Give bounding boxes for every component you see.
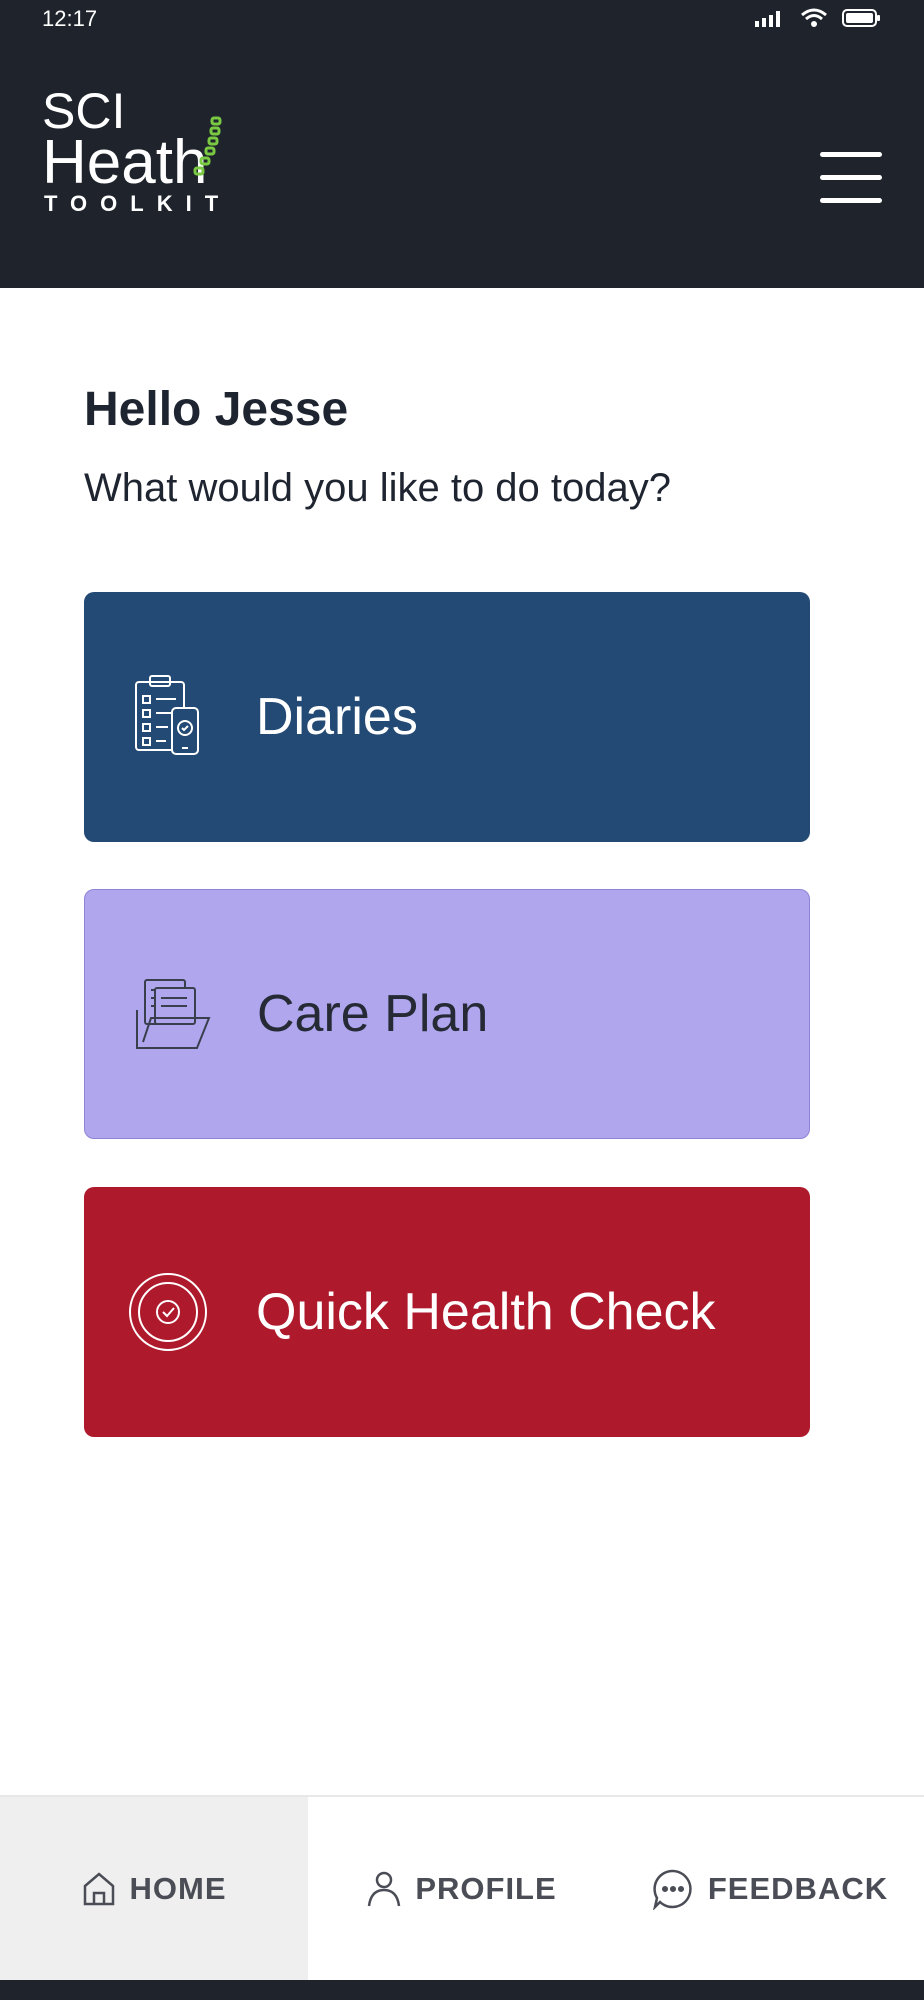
nav-profile-label: PROFILE <box>415 1870 557 1906</box>
logo-line-3: TOOLKIT <box>44 191 232 216</box>
signal-icon <box>755 11 780 27</box>
nav-profile[interactable]: PROFILE <box>308 1797 616 1980</box>
sci-health-toolkit-logo: SCI Heath TOOLKIT <box>42 86 262 216</box>
wifi-icon <box>801 8 827 27</box>
diaries-label: Diaries <box>256 688 418 746</box>
folder-documents-icon <box>136 979 211 1049</box>
app-header: 12:17 SCI Heath TOOLKIT <box>0 0 924 288</box>
system-bottom-bar <box>0 1980 924 2000</box>
status-icons <box>754 8 882 28</box>
nav-home-label: HOME <box>129 1870 227 1906</box>
chat-bubble-icon <box>652 1869 692 1910</box>
status-bar: 12:17 <box>0 0 924 40</box>
nav-feedback-label: FEEDBACK <box>707 1870 889 1906</box>
nav-feedback[interactable]: FEEDBACK <box>616 1797 924 1980</box>
greeting-subtitle: What would you like to do today? <box>84 466 672 510</box>
nav-home[interactable]: HOME <box>0 1797 308 1980</box>
battery-icon <box>842 9 880 27</box>
bottom-navigation: HOME PROFILE FEEDBACK <box>0 1795 924 1980</box>
quick-health-check-label: Quick Health Check <box>256 1283 716 1341</box>
spine-logo-icon <box>193 116 222 176</box>
care-plan-button[interactable]: Care Plan <box>84 889 810 1139</box>
diaries-button[interactable]: Diaries <box>84 592 810 842</box>
check-circle-icon <box>129 1273 207 1351</box>
care-plan-label: Care Plan <box>257 985 489 1043</box>
quick-health-check-button[interactable]: Quick Health Check <box>84 1187 810 1437</box>
person-icon <box>368 1871 401 1906</box>
clipboard-phone-icon <box>135 675 199 755</box>
home-icon <box>83 1871 114 1905</box>
hamburger-menu-icon[interactable] <box>820 152 882 204</box>
status-time: 12:17 <box>42 6 98 31</box>
greeting-title: Hello Jesse <box>84 383 349 436</box>
